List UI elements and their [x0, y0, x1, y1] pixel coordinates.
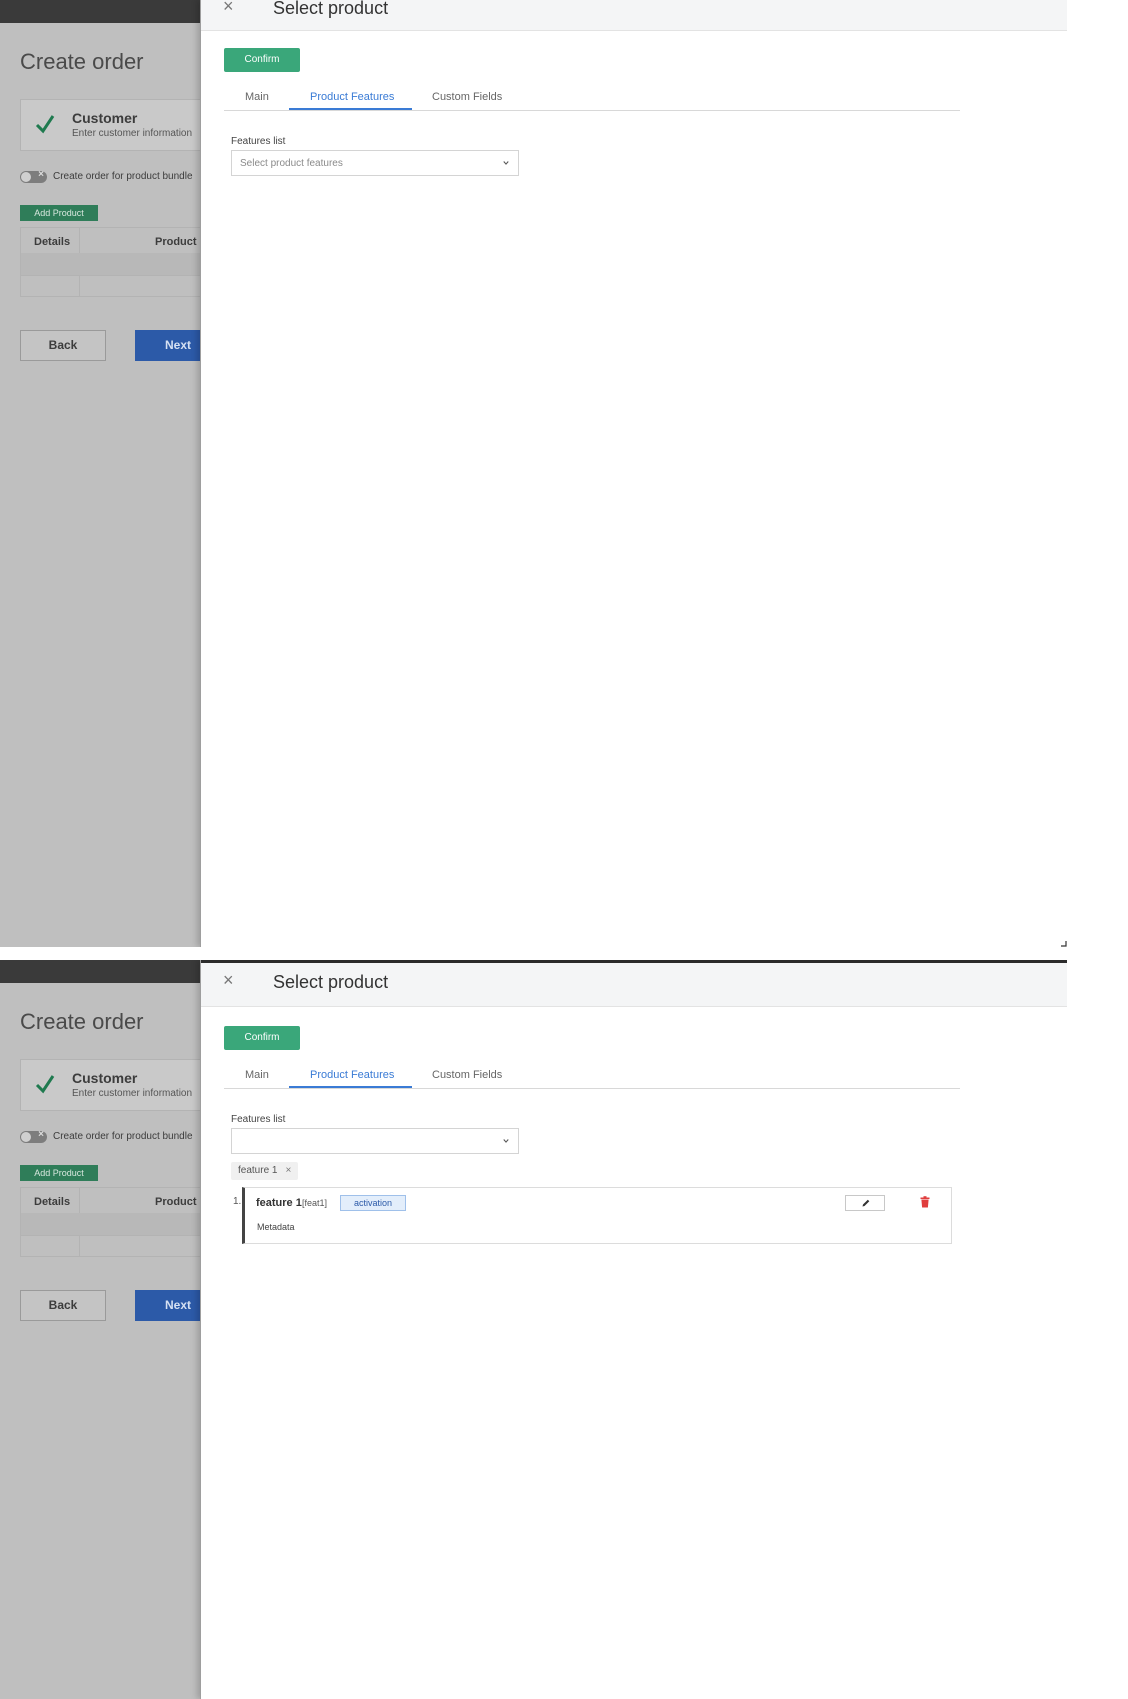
chip-label: feature 1 — [238, 1165, 278, 1176]
chevron-down-icon — [503, 1139, 509, 1143]
features-list-label: Features list — [231, 136, 286, 147]
back-button[interactable]: Back — [20, 330, 106, 361]
pencil-icon — [862, 1199, 870, 1207]
screenshot-frame-2: Create order Customer Enter customer inf… — [0, 960, 1067, 1699]
drawer-header: × Select product — [201, 0, 1067, 31]
products-table: Details Product — [20, 227, 200, 297]
drawer-title: Select product — [273, 972, 389, 992]
step-card-customer[interactable]: Customer Enter customer information — [20, 1059, 200, 1111]
toggle-off-icon: × — [38, 169, 44, 180]
table-row — [21, 1213, 200, 1235]
tab-custom-fields[interactable]: Custom Fields — [432, 91, 502, 103]
step-card-customer[interactable]: Customer Enter customer information — [20, 99, 200, 151]
screenshot-frame-1: Create order Customer Enter customer inf… — [0, 0, 1067, 947]
features-select[interactable]: Select product features — [231, 150, 519, 176]
features-select-placeholder: Select product features — [240, 158, 343, 169]
create-order-background: Create order Customer Enter customer inf… — [0, 23, 200, 947]
tab-main[interactable]: Main — [245, 1069, 269, 1081]
table-header-product: Product — [155, 1196, 197, 1208]
table-header-details: Details — [34, 1196, 71, 1208]
drawer-tabs: Main Product Features Custom Fields — [224, 1065, 960, 1089]
resize-handle-icon[interactable] — [1060, 940, 1067, 947]
page-title: Create order — [20, 49, 144, 74]
back-button[interactable]: Back — [20, 1290, 106, 1321]
create-order-background: Create order Customer Enter customer inf… — [0, 983, 200, 1699]
confirm-button[interactable]: Confirm — [224, 48, 300, 72]
step-subtitle: Enter customer information — [72, 1088, 193, 1099]
tab-product-features[interactable]: Product Features — [310, 91, 394, 103]
toggle-knob — [21, 1132, 31, 1142]
close-icon[interactable]: × — [223, 0, 234, 17]
features-list-label: Features list — [231, 1114, 286, 1125]
select-product-drawer: × Select product Confirm Main Product Fe… — [200, 960, 1067, 1699]
feature-index: 1. — [233, 1196, 242, 1207]
add-product-button[interactable]: Add Product — [20, 1165, 98, 1181]
chip-remove-icon[interactable]: × — [285, 1165, 291, 1176]
active-tab-indicator — [289, 1086, 412, 1088]
active-tab-indicator — [289, 108, 412, 110]
chevron-down-icon — [503, 161, 509, 165]
drawer-top-border — [201, 960, 1067, 963]
feature-name: feature 1 — [256, 1197, 302, 1209]
step-title: Customer — [72, 110, 138, 126]
bundle-toggle-label: Create order for product bundle — [53, 171, 193, 182]
feature-metadata-label: Metadata — [257, 1222, 295, 1232]
bundle-toggle[interactable]: × — [20, 169, 47, 183]
table-row-divider — [21, 275, 200, 276]
table-row-divider — [21, 1235, 200, 1236]
bundle-toggle-label: Create order for product bundle — [53, 1131, 193, 1142]
toggle-knob — [21, 172, 31, 182]
table-row — [21, 253, 200, 275]
drawer-title: Select product — [273, 0, 389, 18]
step-subtitle: Enter customer information — [72, 128, 193, 139]
feature-card: feature 1 [feat1] activation Metadata — [242, 1187, 952, 1244]
edit-feature-button[interactable] — [845, 1195, 885, 1211]
drawer-tabs: Main Product Features Custom Fields — [224, 87, 960, 111]
products-table: Details Product — [20, 1187, 200, 1257]
tab-custom-fields[interactable]: Custom Fields — [432, 1069, 502, 1081]
select-product-drawer: × Select product Confirm Main Product Fe… — [200, 0, 1067, 947]
app-topbar — [0, 0, 200, 23]
check-icon — [35, 115, 55, 134]
table-header-product: Product — [155, 236, 197, 248]
step-title: Customer — [72, 1070, 138, 1086]
app-topbar — [0, 960, 200, 983]
tab-main[interactable]: Main — [245, 91, 269, 103]
confirm-button[interactable]: Confirm — [224, 1026, 300, 1050]
toggle-off-icon: × — [38, 1129, 44, 1140]
feature-type-badge: activation — [340, 1195, 406, 1211]
tab-product-features[interactable]: Product Features — [310, 1069, 394, 1081]
close-icon[interactable]: × — [223, 970, 234, 991]
trash-icon[interactable] — [920, 1196, 930, 1208]
check-icon — [35, 1075, 55, 1094]
next-button[interactable]: Next — [135, 330, 200, 361]
selected-feature-chip: feature 1 × — [231, 1162, 299, 1180]
bundle-toggle[interactable]: × — [20, 1129, 47, 1143]
next-button[interactable]: Next — [135, 1290, 200, 1321]
page-title: Create order — [20, 1009, 144, 1034]
feature-code: [feat1] — [302, 1198, 328, 1208]
add-product-button[interactable]: Add Product — [20, 205, 98, 221]
features-select[interactable] — [231, 1128, 519, 1154]
drawer-header: × Select product — [201, 960, 1067, 1007]
table-header-details: Details — [34, 236, 71, 248]
